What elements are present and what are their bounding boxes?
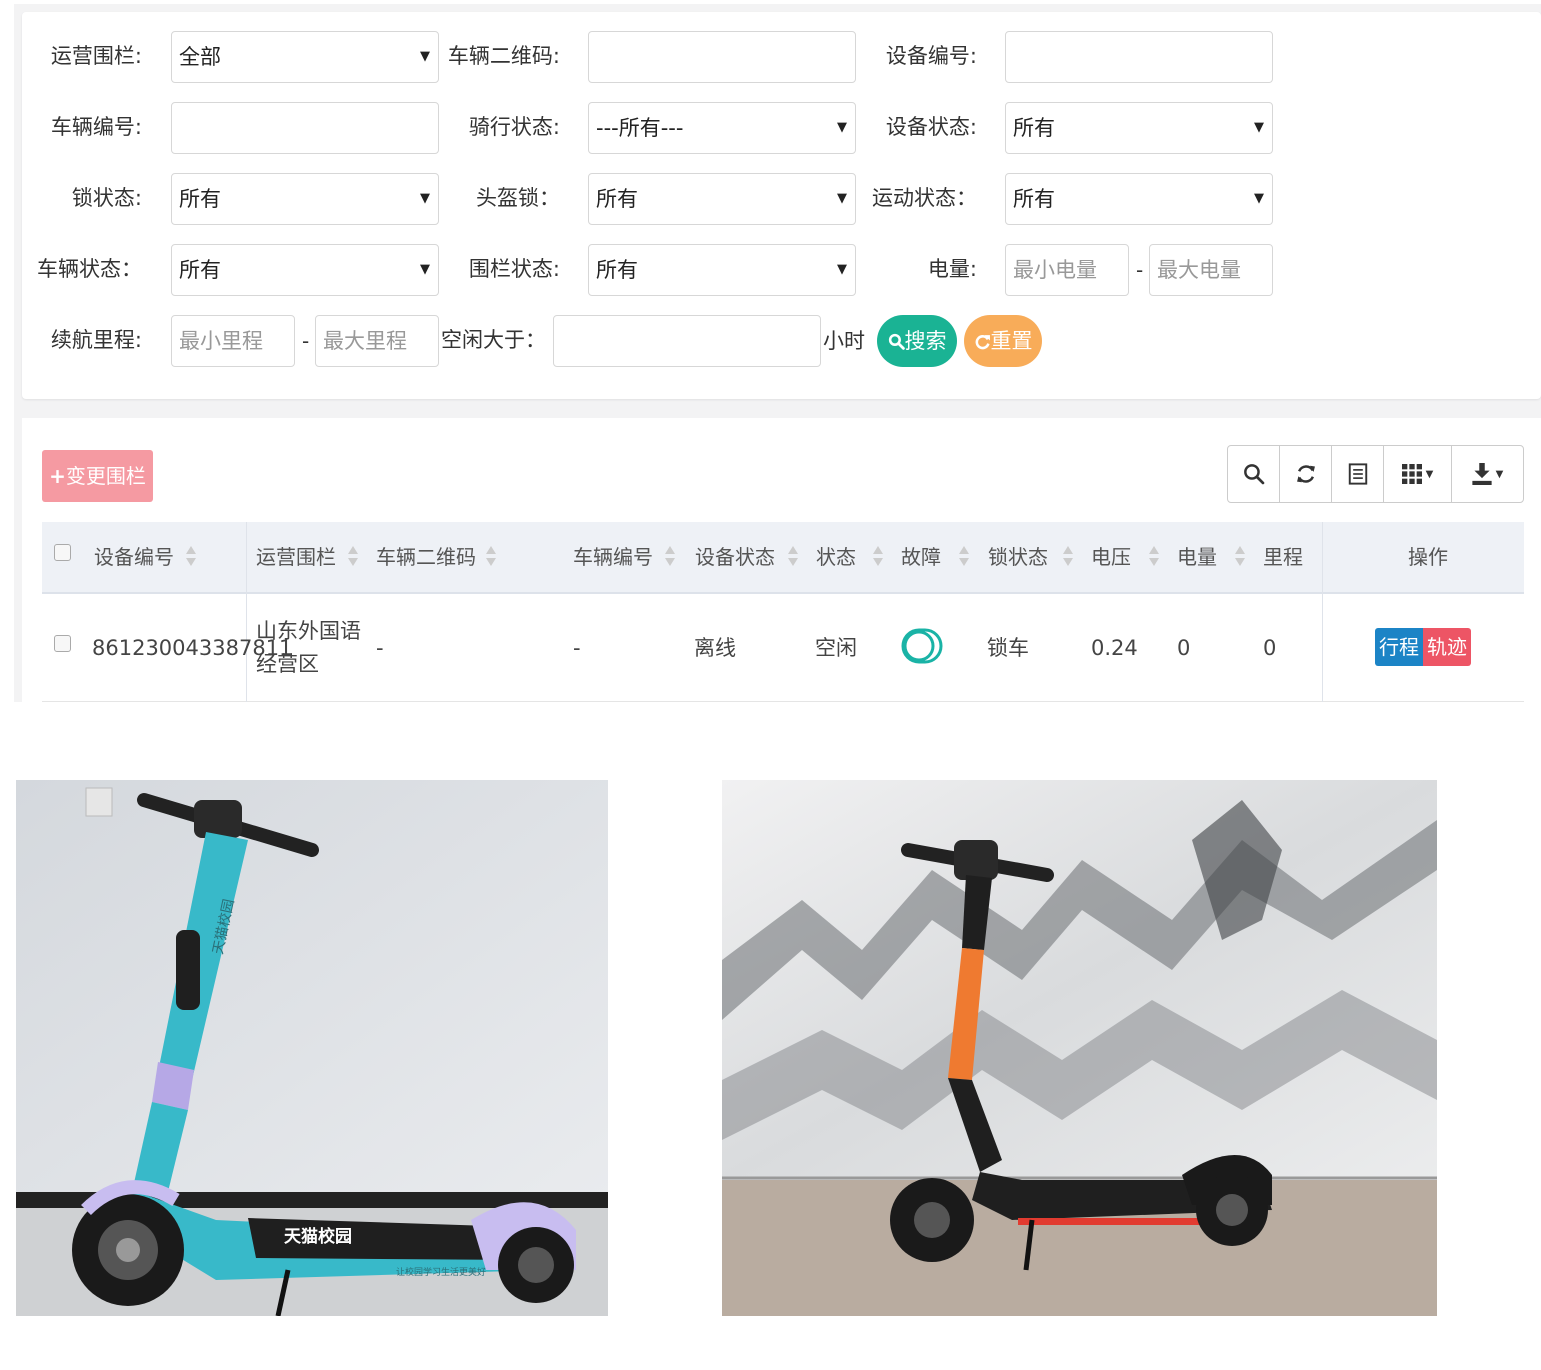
device-no-input[interactable] xyxy=(1005,31,1273,83)
motion-status-select[interactable]: 所有 xyxy=(1005,173,1273,225)
reset-button[interactable]: 重置 xyxy=(964,315,1042,367)
column-header-status[interactable]: 状态 xyxy=(816,522,856,592)
cell-fence-line2: 经营区 xyxy=(256,652,319,676)
idle-label: 空闲大于： xyxy=(441,328,546,352)
fault-toggle-icon[interactable] xyxy=(901,628,943,664)
column-header-mileage[interactable]: 里程 xyxy=(1263,522,1303,592)
deck-brand-text: 天猫校园 xyxy=(284,1226,352,1247)
columns-grid-icon xyxy=(1401,464,1422,484)
track-button[interactable]: 轨迹 xyxy=(1423,628,1471,666)
range-label: 续航里程: xyxy=(50,328,142,352)
search-button[interactable]: 搜索 xyxy=(877,315,957,367)
toolbar-export-button[interactable]: ▼ xyxy=(1452,446,1523,502)
toolbar-columns-button[interactable]: ▼ xyxy=(1384,446,1452,502)
cell-status: 空闲 xyxy=(815,636,857,660)
device-status-label: 设备状态: xyxy=(885,115,977,139)
vehicle-status-select[interactable]: 所有 xyxy=(171,244,439,296)
column-header-lock-status[interactable]: 锁状态 xyxy=(988,522,1048,592)
search-button-label: 搜索 xyxy=(904,329,947,353)
battery-label: 电量: xyxy=(927,257,977,281)
sort-icon[interactable] xyxy=(186,544,196,572)
column-header-fence[interactable]: 运营围栏 xyxy=(256,522,336,592)
range-separator: - xyxy=(302,329,310,353)
download-icon xyxy=(1472,463,1492,485)
cell-fence-line1: 山东外国语 xyxy=(256,619,361,643)
device-no-label: 设备编号: xyxy=(885,44,977,68)
vehicle-no-input[interactable] xyxy=(171,102,439,154)
refresh-icon xyxy=(975,335,990,350)
motion-status-label: 运动状态： xyxy=(872,186,977,210)
search-icon xyxy=(888,333,905,350)
battery-separator: - xyxy=(1136,258,1144,282)
ride-status-label: 骑行状态: xyxy=(468,115,560,139)
cell-qrcode: - xyxy=(376,636,384,660)
vehicle-status-label: 车辆状态： xyxy=(37,257,142,281)
sort-icon[interactable] xyxy=(959,544,969,572)
sort-icon[interactable] xyxy=(788,544,798,572)
deck-slogan-text: 让校园学习生活更美好 xyxy=(396,1266,486,1278)
trip-button[interactable]: 行程 xyxy=(1375,628,1423,666)
battery-max-input[interactable]: 最大电量 xyxy=(1149,244,1273,296)
column-header-qrcode[interactable]: 车辆二维码 xyxy=(376,522,476,592)
cell-vehicle-no: - xyxy=(573,636,581,660)
table-header: 设备编号 运营围栏 车辆二维码 车辆编号 设备状态 状态 故障 锁状态 电压 电… xyxy=(42,522,1524,594)
column-header-device-status[interactable]: 设备状态 xyxy=(695,522,775,592)
qrcode-input[interactable] xyxy=(588,31,856,83)
cell-lock-status: 锁车 xyxy=(987,636,1029,660)
sort-icon[interactable] xyxy=(1149,544,1159,572)
device-status-select[interactable]: 所有 xyxy=(1005,102,1273,154)
sort-icon[interactable] xyxy=(348,544,358,572)
toolbar-search-button[interactable] xyxy=(1228,446,1280,502)
reset-button-label: 重置 xyxy=(990,329,1033,353)
chevron-down-icon: ▼ xyxy=(1425,468,1434,480)
qrcode-label: 车辆二维码: xyxy=(447,44,560,68)
select-all-checkbox[interactable] xyxy=(54,544,71,561)
chevron-down-icon: ▼ xyxy=(1495,468,1504,480)
sort-icon[interactable] xyxy=(665,544,675,572)
list-icon xyxy=(1348,463,1367,485)
fence-status-label: 围栏状态: xyxy=(468,257,560,281)
ride-status-select[interactable]: ---所有--- xyxy=(588,102,856,154)
teal-scooter-photo: 天猫校园 天猫校园 让校园学习生活更美好 xyxy=(16,780,608,1316)
fence-select[interactable]: 全部 xyxy=(171,31,439,83)
sort-icon[interactable] xyxy=(1235,544,1245,572)
orange-scooter-photo xyxy=(722,780,1437,1316)
fence-label: 运营围栏: xyxy=(50,44,142,68)
column-header-vehicle-no[interactable]: 车辆编号 xyxy=(573,522,653,592)
plus-icon: + xyxy=(49,464,66,488)
column-header-battery[interactable]: 电量 xyxy=(1177,522,1217,592)
search-icon xyxy=(1243,464,1264,485)
column-divider xyxy=(1322,522,1323,702)
sort-icon[interactable] xyxy=(1063,544,1073,572)
change-fence-button[interactable]: +变更围栏 xyxy=(42,450,153,502)
helmet-lock-label: 头盔锁： xyxy=(476,186,560,210)
fence-status-select[interactable]: 所有 xyxy=(588,244,856,296)
change-fence-label: 变更围栏 xyxy=(65,464,146,488)
column-header-voltage[interactable]: 电压 xyxy=(1091,522,1131,592)
lock-status-label: 锁状态: xyxy=(71,186,142,210)
lock-status-select[interactable]: 所有 xyxy=(171,173,439,225)
column-header-device-no[interactable]: 设备编号 xyxy=(94,522,174,592)
column-header-actions: 操作 xyxy=(1408,545,1448,569)
toolbar-refresh-button[interactable] xyxy=(1280,446,1332,502)
cell-device-status: 离线 xyxy=(694,636,736,660)
battery-min-input[interactable]: 最小电量 xyxy=(1005,244,1129,296)
cell-voltage: 0.24 xyxy=(1091,636,1138,660)
idle-hours-input[interactable] xyxy=(553,315,821,367)
table-toolbar: ▼ ▼ xyxy=(1227,445,1524,503)
sort-icon[interactable] xyxy=(486,544,496,572)
vehicle-no-label: 车辆编号: xyxy=(50,115,142,139)
range-min-input[interactable]: 最小里程 xyxy=(171,315,295,367)
column-divider xyxy=(246,522,247,702)
helmet-lock-select[interactable]: 所有 xyxy=(588,173,856,225)
row-checkbox[interactable] xyxy=(54,635,71,652)
column-header-fault[interactable]: 故障 xyxy=(901,522,941,592)
cell-battery: 0 xyxy=(1177,636,1191,660)
cell-mileage: 0 xyxy=(1263,636,1277,660)
toolbar-list-button[interactable] xyxy=(1332,446,1384,502)
sort-icon[interactable] xyxy=(873,544,883,572)
idle-unit: 小时 xyxy=(823,329,865,353)
refresh-icon xyxy=(1296,465,1315,483)
